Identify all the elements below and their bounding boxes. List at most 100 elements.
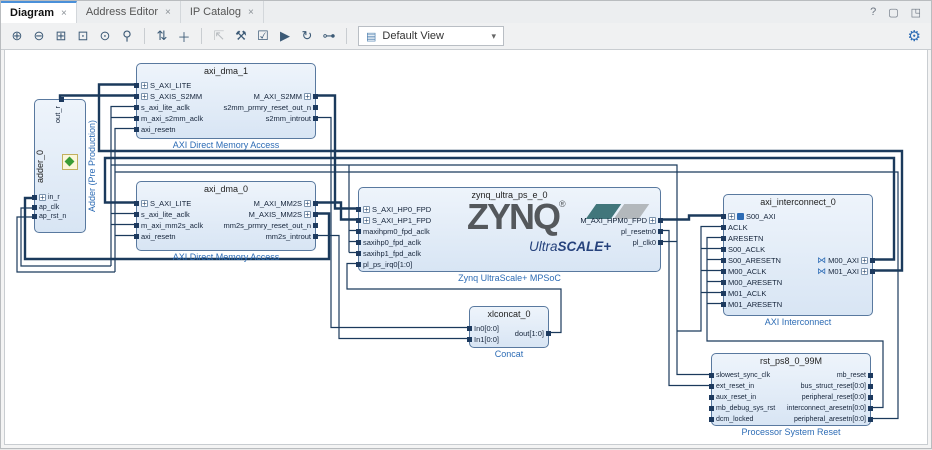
port-s-axi-lite-aclk[interactable]: s_axi_lite_aclk (140, 209, 190, 220)
zoom-in-button[interactable]: ⊕ (7, 26, 27, 46)
port-s00-axi[interactable]: +S00_AXI (727, 211, 776, 222)
port-s00-aresetn[interactable]: S00_ARESETN (727, 255, 781, 266)
port-ext-reset-in[interactable]: ext_reset_in (715, 381, 754, 392)
port-aux-reset-in[interactable]: aux_reset_in (715, 392, 756, 403)
pin-icon (658, 240, 663, 245)
zoom-fit-button[interactable]: ⊞ (51, 26, 71, 46)
port-ap-rst-n[interactable]: ap_rst_n (38, 211, 66, 222)
float-icon[interactable]: ▢ (888, 6, 898, 19)
port-saxihp1-fpd-aclk[interactable]: saxihp1_fpd_aclk (362, 248, 421, 259)
port-mb-reset[interactable]: mb_reset (837, 370, 867, 381)
port-dcm-locked[interactable]: dcm_locked (715, 414, 753, 425)
expand-icon[interactable]: + (363, 217, 370, 224)
port-m00-aclk[interactable]: M00_ACLK (727, 266, 766, 277)
expand-icon[interactable]: + (363, 206, 370, 213)
block-adder-0[interactable]: adder_0 out_r +in_r ap_clk ap_rst_n Adde… (34, 99, 86, 233)
port-s2mm-introut[interactable]: s2mm_introut (266, 113, 312, 124)
expand-icon[interactable]: + (141, 82, 148, 89)
port-m00-axi[interactable]: +M00_AXI⋈ (817, 255, 869, 266)
zoom-out-button[interactable]: ⊖ (29, 26, 49, 46)
port-m-axi-mm2s-aclk[interactable]: m_axi_mm2s_aclk (140, 220, 203, 231)
close-icon[interactable]: × (165, 7, 171, 18)
port-m01-axi[interactable]: +M01_AXI⋈ (817, 266, 869, 277)
expand-icon[interactable]: + (141, 200, 148, 207)
port-aresetn[interactable]: ARESETN (727, 233, 763, 244)
expand-icon[interactable]: + (861, 257, 868, 264)
expand-icon[interactable]: + (304, 93, 311, 100)
port-m00-aresetn[interactable]: M00_ARESETN (727, 277, 782, 288)
port-m-axis-mm2s[interactable]: +M_AXIS_MM2S (249, 209, 312, 220)
port-saxihp0-fpd-aclk[interactable]: saxihp0_fpd_aclk (362, 237, 421, 248)
expand-icon[interactable]: + (141, 93, 148, 100)
run-connection-automation-button[interactable]: ▶ (275, 26, 295, 46)
port-dout[interactable]: dout[1:0] (515, 328, 545, 339)
help-icon[interactable]: ? (870, 6, 876, 18)
port-label: M_AXI_HPM0_FPD (580, 215, 647, 226)
close-icon[interactable]: × (61, 8, 67, 19)
port-m-axi-hpm0-fpd[interactable]: +M_AXI_HPM0_FPD (580, 215, 657, 226)
show-interface-ports-button[interactable]: ⊶ (319, 26, 339, 46)
port-s-axi-hp0-fpd[interactable]: +S_AXI_HP0_FPD (362, 204, 431, 215)
fit-selection-button[interactable]: ⊙ (95, 26, 115, 46)
port-axi-resetn[interactable]: axi_resetn (140, 231, 176, 242)
validate-design-button[interactable]: ☑ (253, 26, 273, 46)
block-caption: Concat (470, 349, 548, 359)
port-m01-aresetn[interactable]: M01_ARESETN (727, 299, 782, 310)
port-m-axi-s2mm[interactable]: +M_AXI_S2MM (254, 91, 312, 102)
port-m-axi-s2mm-aclk[interactable]: m_axi_s2mm_aclk (140, 113, 203, 124)
expand-icon[interactable]: + (861, 268, 868, 275)
maximize-icon[interactable]: ◳ (911, 6, 921, 19)
port-out-r[interactable]: out_r (53, 106, 62, 123)
port-pl-ps-irq0[interactable]: pl_ps_irq0[1:0] (362, 259, 412, 270)
zoom-to-selection-button[interactable]: ⊡ (73, 26, 93, 46)
port-s00-aclk[interactable]: S00_ACLK (727, 244, 765, 255)
block-zynq-ultra-ps-e-0[interactable]: zynq_ultra_ps_e_0 ZYNQ® UltraSCALE+ +S_A… (358, 187, 661, 272)
view-selector-dropdown[interactable]: ▤ Default View ▾ (358, 26, 504, 46)
port-axi-resetn[interactable]: axi_resetn (140, 124, 176, 135)
settings-gear-icon[interactable]: ⚙ (908, 27, 925, 45)
regenerate-layout-button[interactable]: ↻ (297, 26, 317, 46)
port-in0[interactable]: In0[0:0] (473, 323, 499, 334)
port-mb-debug-sys-rst[interactable]: mb_debug_sys_rst (715, 403, 775, 414)
block-axi-interconnect-0[interactable]: axi_interconnect_0 +S00_AXI ACLK ARESETN… (723, 194, 873, 316)
expand-icon[interactable]: + (649, 217, 656, 224)
port-maxihpm0-fpd-aclk[interactable]: maxihpm0_fpd_aclk (362, 226, 430, 237)
block-xlconcat-0[interactable]: xlconcat_0 In0[0:0] In1[0:0] dout[1:0] C… (469, 306, 549, 348)
port-s-axi-lite-aclk[interactable]: s_axi_lite_aclk (140, 102, 190, 113)
port-in1[interactable]: In1[0:0] (473, 334, 499, 345)
expand-icon[interactable]: + (728, 213, 735, 220)
port-mm2s-introut[interactable]: mm2s_introut (266, 231, 312, 242)
port-m01-aclk[interactable]: M01_ACLK (727, 288, 766, 299)
port-pl-clk0[interactable]: pl_clk0 (633, 237, 657, 248)
pin-icon (134, 94, 139, 99)
customize-block-button[interactable]: ⚒ (231, 26, 251, 46)
add-ip-button[interactable]: ＋ (174, 26, 194, 46)
expand-icon[interactable]: + (304, 211, 311, 218)
tab-address-editor[interactable]: Address Editor × (77, 1, 181, 23)
tab-diagram[interactable]: Diagram × (1, 1, 77, 23)
block-axi-dma-1[interactable]: axi_dma_1 +S_AXI_LITE +S_AXIS_S2MM s_axi… (136, 63, 316, 139)
close-icon[interactable]: × (248, 7, 254, 18)
block-axi-dma-0[interactable]: axi_dma_0 +S_AXI_LITE s_axi_lite_aclk m_… (136, 181, 316, 251)
port-s-axi-lite[interactable]: +S_AXI_LITE (140, 198, 191, 209)
tab-ip-catalog[interactable]: IP Catalog × (181, 1, 264, 23)
expand-icon[interactable]: + (39, 194, 46, 201)
port-bus-struct-reset[interactable]: bus_struct_reset[0:0] (801, 381, 867, 392)
expand-icon[interactable]: + (304, 200, 311, 207)
port-mm2s-prmry-reset-out-n[interactable]: mm2s_prmry_reset_out_n (223, 220, 312, 231)
port-s-axis-s2mm[interactable]: +S_AXIS_S2MM (140, 91, 202, 102)
port-s-axi-lite[interactable]: +S_AXI_LITE (140, 80, 191, 91)
search-button[interactable]: ⚲ (117, 26, 137, 46)
port-interconnect-aresetn[interactable]: interconnect_aresetn[0:0] (787, 403, 867, 414)
port-m-axi-mm2s[interactable]: +M_AXI_MM2S (254, 198, 312, 209)
port-peripheral-aresetn[interactable]: peripheral_aresetn[0:0] (794, 414, 867, 425)
port-s-axi-hp1-fpd[interactable]: +S_AXI_HP1_FPD (362, 215, 431, 226)
port-slowest-sync-clk[interactable]: slowest_sync_clk (715, 370, 770, 381)
port-peripheral-reset[interactable]: peripheral_reset[0:0] (802, 392, 867, 403)
expand-collapse-button[interactable]: ⇅ (152, 26, 172, 46)
port-aclk[interactable]: ACLK (727, 222, 748, 233)
port-s2mm-prmry-reset-out-n[interactable]: s2mm_prmry_reset_out_n (223, 102, 312, 113)
port-pl-resetn0[interactable]: pl_resetn0 (621, 226, 657, 237)
block-rst-ps8-0-99m[interactable]: rst_ps8_0_99M slowest_sync_clk ext_reset… (711, 353, 871, 426)
make-external-button[interactable]: ⇱ (209, 26, 229, 46)
